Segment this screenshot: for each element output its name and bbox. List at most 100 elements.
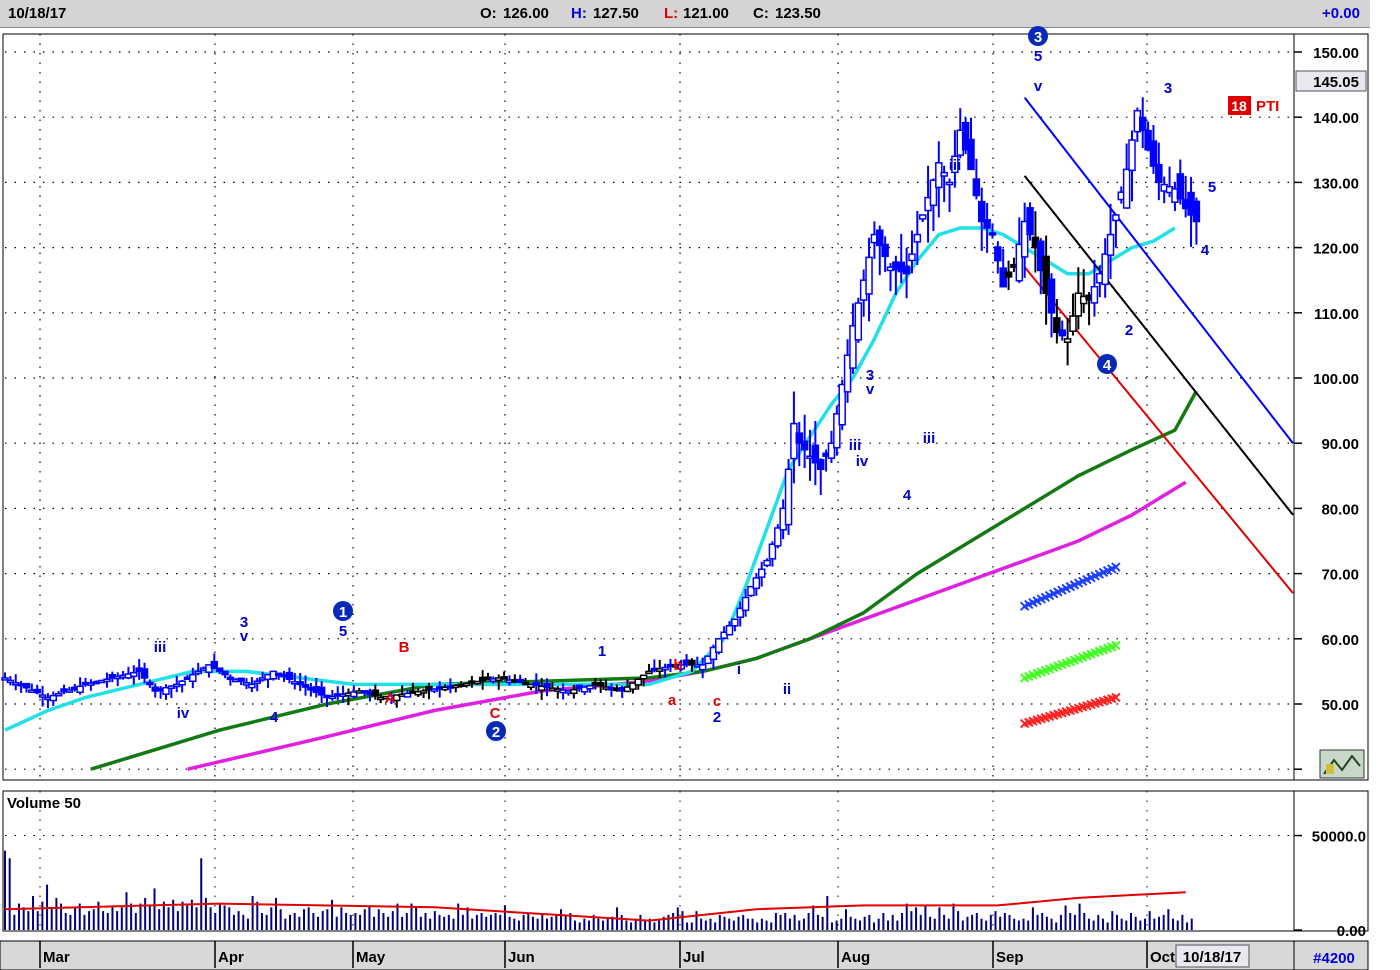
price-tick-label: 140.00	[1313, 110, 1359, 127]
candle-body	[586, 684, 594, 690]
candle-body	[130, 671, 138, 678]
month-label: Oct	[1150, 949, 1175, 966]
volume-axis-panel	[1293, 790, 1369, 932]
candle-body	[419, 690, 428, 694]
current-date-marker: 10/18/17	[1175, 944, 1250, 968]
candle-body	[543, 683, 551, 688]
candle-body	[983, 219, 991, 229]
candle-body	[865, 256, 873, 295]
wave-label: 5	[1034, 48, 1042, 65]
chart-thumbnail-icon[interactable]	[1319, 749, 1365, 779]
price-tick-label: 70.00	[1321, 567, 1359, 584]
candle-body	[54, 693, 63, 697]
wave-label: v	[1034, 78, 1043, 95]
wave-label: v	[240, 628, 249, 645]
candle-body	[757, 568, 766, 578]
candle-body	[285, 671, 294, 680]
wave-label: B	[399, 639, 410, 656]
candle-body	[774, 527, 782, 547]
candle-body	[1063, 338, 1072, 343]
wave-label: C	[490, 705, 501, 722]
price-tick-label: 150.00	[1313, 45, 1359, 62]
wave-label: 5	[1208, 179, 1216, 196]
candle-body	[972, 178, 981, 197]
wave-label: i	[737, 661, 741, 678]
candle-body	[854, 302, 863, 341]
month-label: May	[356, 949, 386, 966]
wave-label: 3	[1164, 80, 1172, 97]
month-label: Mar	[43, 949, 70, 966]
wave-label: 5	[339, 623, 347, 640]
candle-body	[763, 559, 771, 567]
volume-title: Volume 50	[7, 795, 81, 812]
candle-body	[596, 682, 605, 687]
candle-body	[977, 200, 986, 223]
candle-body	[1192, 200, 1201, 223]
wave-label: iii	[154, 639, 167, 656]
month-label: Jul	[683, 949, 705, 966]
candle-body	[988, 232, 997, 236]
volume-tick-label: 0.00	[1337, 923, 1366, 940]
candle-body	[301, 684, 310, 688]
candle-body	[1149, 140, 1158, 167]
candle-body	[1069, 315, 1077, 332]
current-date-label: 10/18/17	[1183, 949, 1241, 966]
candle-body	[178, 680, 186, 686]
candle-body	[146, 681, 154, 686]
candle-body	[876, 229, 884, 247]
candle-body	[1112, 214, 1120, 222]
candle-body	[237, 677, 245, 682]
candle-body	[741, 596, 750, 612]
candle-body	[752, 577, 761, 590]
candle-body	[1047, 278, 1056, 314]
current-price-label: 145.05	[1313, 74, 1359, 91]
month-label: Sep	[996, 949, 1024, 966]
candle-body	[403, 692, 412, 698]
candle-body	[725, 625, 734, 636]
candle-body	[800, 440, 809, 451]
price-tick-label: 100.00	[1313, 371, 1359, 388]
candle-body	[639, 674, 648, 680]
price-tick-label: 80.00	[1321, 501, 1359, 518]
chart-window: 10/18/17 O: 126.00 H: 127.50 L: 121.00 C…	[0, 0, 1400, 970]
candle-body	[715, 638, 723, 653]
price-tick-label: 60.00	[1321, 632, 1359, 649]
candle-body	[945, 181, 954, 186]
candle-body	[248, 683, 256, 689]
candle-body	[940, 171, 948, 177]
month-label: Apr	[218, 949, 244, 966]
candle-body	[189, 673, 197, 683]
volume-tick-label: 50000.0	[1312, 829, 1366, 846]
candle-body	[661, 666, 669, 671]
month-label: Jun	[508, 949, 535, 966]
candle-body	[76, 685, 84, 694]
price-axis-panel	[1293, 33, 1369, 781]
candle-body	[816, 458, 825, 471]
candle-body	[645, 670, 653, 675]
candle-body	[371, 689, 380, 697]
wave-label: 2	[492, 724, 500, 741]
candle-body	[918, 214, 927, 220]
candle-body	[913, 233, 922, 243]
time-axis-panel	[0, 940, 1295, 970]
wave-label: 4	[270, 709, 279, 726]
candle-body	[1026, 207, 1034, 236]
wave-label: 1	[339, 604, 347, 621]
candle-body	[210, 660, 219, 669]
candle-body	[1101, 253, 1109, 286]
wave-label: ii	[783, 681, 791, 698]
wave-label: 4	[903, 487, 912, 504]
candle-body	[22, 682, 31, 689]
candle-body	[296, 681, 304, 686]
pti-label: PTI	[1256, 98, 1279, 115]
candle-body	[1128, 139, 1136, 172]
wave-label: v	[866, 381, 875, 398]
wave-label: 2	[713, 709, 721, 726]
chart-canvas: iiiiv3v451BAC21ba c2iii3viiiiviii4iii35v4…	[0, 26, 1369, 970]
price-tick-label: 50.00	[1321, 697, 1359, 714]
candle-body	[784, 468, 793, 526]
candle-body	[221, 670, 229, 676]
candle-body	[532, 682, 541, 687]
wave-label: 3	[1034, 29, 1042, 46]
month-label: Aug	[841, 949, 870, 966]
